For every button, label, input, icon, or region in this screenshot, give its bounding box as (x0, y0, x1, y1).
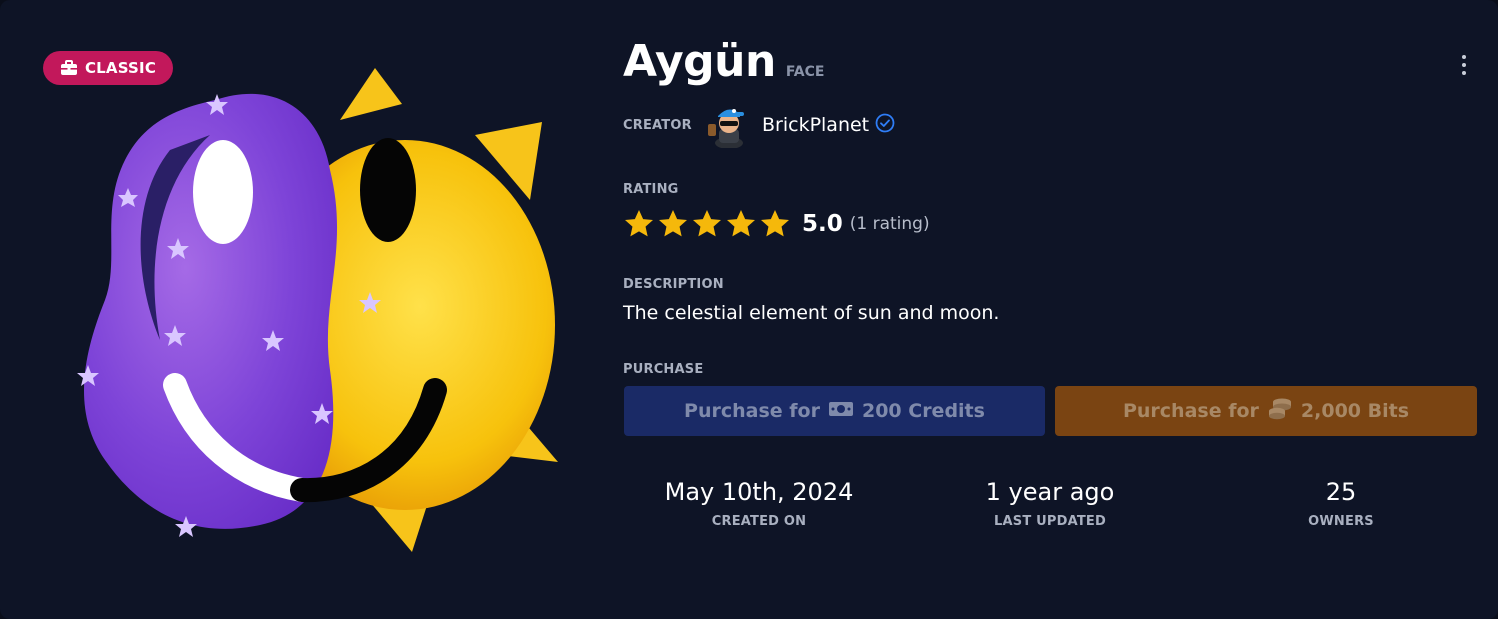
stat-label: CREATED ON (711, 514, 807, 529)
stat-value: 1 year ago (985, 478, 1115, 506)
item-title: Aygün FACE (623, 36, 824, 87)
purchase-credits-button[interactable]: Purchase for 200 Credits (624, 386, 1045, 436)
purchase-bits-button[interactable]: Purchase for 2,000 Bits (1055, 386, 1477, 436)
banknote-icon (828, 399, 854, 424)
star-icon (659, 210, 687, 237)
rating: 5.0 (1 rating) (623, 208, 930, 240)
verified-icon (875, 113, 895, 137)
star-icon (761, 210, 789, 237)
description-label: DESCRIPTION (623, 277, 724, 292)
creator-avatar[interactable] (706, 102, 752, 148)
stat-owners: 25 OWNERS (1221, 478, 1461, 529)
stat-value: 25 (1325, 478, 1357, 506)
item-card: CLASSIC Aygün FACE CREATOR BrickPlanet R… (0, 0, 1498, 619)
stat-updated: 1 year ago LAST UPDATED (930, 478, 1170, 529)
coins-icon (1267, 397, 1293, 426)
rating-label: RATING (623, 182, 679, 197)
stat-label: OWNERS (1308, 514, 1374, 529)
purchase-credits-prefix: Purchase for (684, 400, 820, 422)
creator-link[interactable]: BrickPlanet (706, 102, 895, 148)
star-icon (727, 210, 755, 237)
purchase-label: PURCHASE (623, 362, 704, 377)
item-name: Aygün (623, 36, 776, 87)
stat-created: May 10th, 2024 CREATED ON (639, 478, 879, 529)
stat-label: LAST UPDATED (994, 514, 1106, 529)
more-options-icon[interactable] (1456, 52, 1472, 78)
rating-stars (623, 208, 791, 240)
star-icon (625, 210, 653, 237)
star-icon (693, 210, 721, 237)
purchase-bits-prefix: Purchase for (1122, 400, 1259, 422)
stat-value: May 10th, 2024 (664, 478, 854, 506)
item-type: FACE (785, 64, 825, 80)
purchase-credits-amount: 200 Credits (861, 400, 985, 422)
creator-label: CREATOR (623, 118, 692, 133)
rating-value: 5.0 (802, 211, 843, 237)
rating-count: (1 rating) (849, 214, 930, 234)
item-thumbnail (77, 68, 558, 552)
purchase-bits-amount: 2,000 Bits (1300, 400, 1410, 422)
creator-name[interactable]: BrickPlanet (762, 114, 869, 136)
description-text: The celestial element of sun and moon. (623, 302, 1000, 324)
